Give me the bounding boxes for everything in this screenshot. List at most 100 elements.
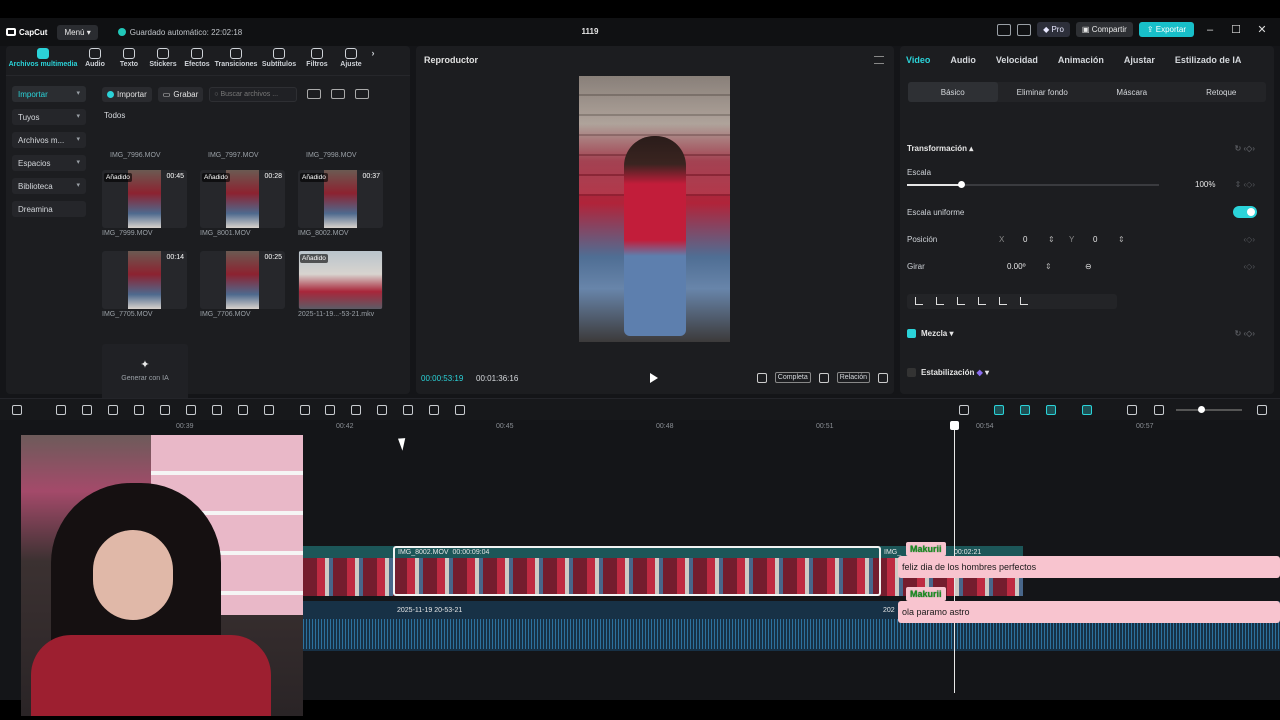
align-top-icon[interactable] bbox=[978, 297, 986, 305]
redo-icon[interactable] bbox=[82, 405, 92, 415]
scale-knob[interactable] bbox=[958, 181, 965, 188]
undo-icon[interactable] bbox=[56, 405, 66, 415]
align-middle-icon[interactable] bbox=[999, 297, 1007, 305]
minimize-icon[interactable]: – bbox=[1200, 24, 1220, 36]
tab-ai-style[interactable]: Estilizado de IA bbox=[1175, 55, 1242, 65]
freeze-icon[interactable] bbox=[429, 405, 439, 415]
sidebar-item-library[interactable]: Biblioteca ▾ bbox=[12, 178, 86, 194]
tool-filters[interactable]: Filtros bbox=[300, 46, 334, 75]
tool-stickers[interactable]: Stickers bbox=[146, 46, 180, 75]
tab-audio[interactable]: Audio bbox=[950, 55, 976, 65]
rotate-dial-icon[interactable]: ⊖ bbox=[1085, 262, 1092, 271]
preview-axis-icon[interactable] bbox=[1082, 405, 1092, 415]
zoom-knob[interactable] bbox=[1198, 406, 1205, 413]
delete-icon[interactable] bbox=[186, 405, 196, 415]
screenshot-icon[interactable] bbox=[818, 372, 829, 383]
pro-button[interactable]: ◆ Pro bbox=[1037, 22, 1070, 37]
tab-speed[interactable]: Velocidad bbox=[996, 55, 1038, 65]
tool-adjust[interactable]: Ajuste bbox=[334, 46, 368, 75]
fullscreen-icon[interactable] bbox=[878, 372, 888, 383]
sidebar-item-import[interactable]: Importar ▾ bbox=[12, 86, 86, 102]
split-icon[interactable] bbox=[108, 405, 118, 415]
scale-slider[interactable] bbox=[907, 181, 1159, 188]
align-right-icon[interactable] bbox=[957, 297, 965, 305]
share-button[interactable]: ▣ Compartir bbox=[1075, 22, 1133, 37]
microphone-icon[interactable] bbox=[959, 405, 969, 415]
tool-subtitles[interactable]: Subtítulos bbox=[258, 46, 300, 75]
sidebar-item-spaces[interactable]: Espacios ▾ bbox=[12, 155, 86, 171]
sidebar-item-yours[interactable]: Tuyos ▾ bbox=[12, 109, 86, 125]
stepper-icon[interactable]: ⇕ bbox=[1118, 235, 1125, 244]
tool-effects[interactable]: Efectos bbox=[180, 46, 214, 75]
media-clip[interactable]: 00:14 IMG_7705.MOV bbox=[102, 251, 187, 318]
sort-icon[interactable] bbox=[331, 89, 346, 99]
shortcuts-icon[interactable] bbox=[1017, 23, 1032, 36]
caption-icon[interactable] bbox=[403, 405, 413, 415]
align-bottom-icon[interactable] bbox=[1020, 297, 1028, 305]
maximize-icon[interactable]: ☐ bbox=[1226, 23, 1246, 36]
split-right-icon[interactable] bbox=[160, 405, 170, 415]
grid-view-icon[interactable] bbox=[307, 89, 322, 99]
import-button[interactable]: Importar bbox=[102, 86, 152, 102]
scale-value[interactable]: 100% bbox=[1195, 180, 1215, 189]
tab-adjust[interactable]: Ajustar bbox=[1124, 55, 1155, 65]
media-clip[interactable]: Añadido 00:37 IMG_8002.MOV bbox=[298, 170, 383, 237]
link-main-track-icon[interactable] bbox=[994, 405, 1004, 415]
record-button[interactable]: ▭ Grabar bbox=[157, 86, 204, 102]
aspect-ratio-button[interactable]: Relación bbox=[836, 372, 870, 383]
zoom-in-icon[interactable] bbox=[1257, 405, 1267, 415]
chevron-right-icon[interactable]: › bbox=[368, 46, 378, 75]
stepper-icon[interactable]: ⇕ bbox=[1048, 235, 1055, 244]
blend-checkbox[interactable] bbox=[907, 329, 916, 339]
replace-icon[interactable] bbox=[300, 405, 310, 415]
subtab-retouch[interactable]: Retoque bbox=[1177, 82, 1267, 102]
tab-video[interactable]: Video bbox=[906, 55, 930, 65]
split-left-icon[interactable] bbox=[134, 405, 144, 415]
tool-transitions[interactable]: Transiciones bbox=[214, 46, 258, 75]
zoom-slider[interactable] bbox=[1176, 406, 1242, 413]
rotate-input[interactable]: 0.00º bbox=[1007, 262, 1026, 271]
close-icon[interactable]: ✕ bbox=[1252, 23, 1272, 36]
export-button[interactable]: ⇪ Exportar bbox=[1138, 22, 1194, 37]
subtab-remove-bg[interactable]: Eliminar fondo bbox=[998, 82, 1088, 102]
time-ruler[interactable]: 00:39 00:42 00:45 00:48 00:51 00:54 00:5… bbox=[0, 421, 1280, 435]
zoom-out-icon[interactable] bbox=[1154, 405, 1164, 415]
cutout-icon[interactable] bbox=[351, 405, 361, 415]
subtab-basic[interactable]: Básico bbox=[908, 82, 998, 102]
stepper-icon[interactable]: ⇕ bbox=[1045, 262, 1052, 271]
linkage-icon[interactable] bbox=[1046, 405, 1056, 415]
keyframe-icon[interactable]: ‹◇› bbox=[1244, 262, 1255, 271]
keyframe-icon[interactable]: ‹◇› bbox=[1244, 235, 1255, 244]
stabilize-checkbox[interactable] bbox=[907, 368, 916, 378]
sidebar-item-files[interactable]: Archivos m... ▾ bbox=[12, 132, 86, 148]
filter-icon[interactable] bbox=[355, 89, 370, 99]
menu-icon[interactable] bbox=[874, 56, 884, 64]
fit-timeline-icon[interactable] bbox=[1127, 405, 1137, 415]
ai-edit-icon[interactable] bbox=[264, 405, 274, 415]
pos-y-input[interactable]: 0 bbox=[1093, 235, 1097, 244]
sidebar-item-dreamina[interactable]: Dreamina bbox=[12, 201, 86, 217]
play-icon[interactable] bbox=[650, 373, 658, 383]
mirror-icon[interactable] bbox=[325, 405, 335, 415]
crop-icon[interactable] bbox=[238, 405, 248, 415]
select-tool-icon[interactable] bbox=[12, 405, 22, 415]
media-clip[interactable]: 00:25 IMG_7706.MOV bbox=[200, 251, 285, 318]
tool-media[interactable]: Archivos multimedia bbox=[8, 46, 78, 75]
tab-animation[interactable]: Animación bbox=[1058, 55, 1104, 65]
keyframe-icon[interactable]: ⇕ ‹◇› bbox=[1235, 180, 1255, 189]
layout-icon[interactable] bbox=[997, 23, 1012, 36]
media-clip[interactable]: Añadido 2025-11-19...-53-21.mkv bbox=[298, 251, 383, 318]
subtab-mask[interactable]: Máscara bbox=[1087, 82, 1177, 102]
reset-icon[interactable]: ↻ ‹◇› bbox=[1235, 144, 1255, 153]
magnet-icon[interactable] bbox=[1020, 405, 1030, 415]
video-preview[interactable] bbox=[579, 76, 730, 342]
reset-icon[interactable]: ↻ ‹◇› bbox=[1235, 329, 1255, 338]
stabilize-section[interactable]: Estabilización ◆ ▾ bbox=[907, 368, 1267, 378]
shield-icon[interactable] bbox=[212, 405, 222, 415]
uniform-scale-toggle[interactable] bbox=[1233, 206, 1257, 218]
align-center-icon[interactable] bbox=[936, 297, 944, 305]
pos-x-input[interactable]: 0 bbox=[1023, 235, 1027, 244]
magic-icon[interactable] bbox=[377, 405, 387, 415]
align-left-icon[interactable] bbox=[915, 297, 923, 305]
generate-ai-button[interactable]: ✦ Generar con IA bbox=[102, 344, 188, 402]
